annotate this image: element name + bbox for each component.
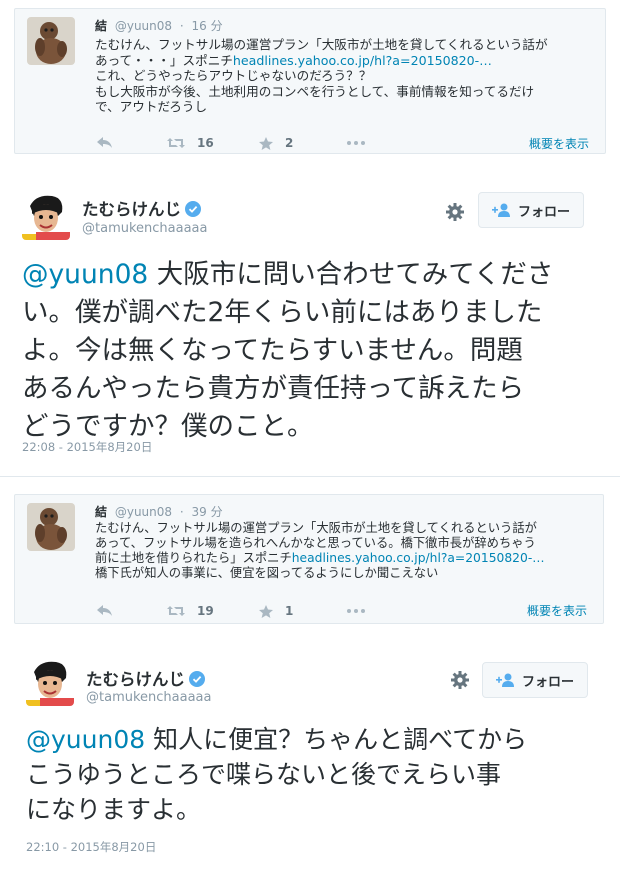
reply-time[interactable]: 39 分 xyxy=(192,505,223,519)
retweet-count: 16 xyxy=(197,136,214,150)
user-actions-button[interactable] xyxy=(450,670,470,694)
tweet-line: あるんやったら貴方が責任持って訴えたら xyxy=(22,373,525,404)
follow-person-icon xyxy=(495,673,514,687)
retweet-icon xyxy=(167,138,185,148)
retweet-button[interactable]: 16 xyxy=(167,136,237,150)
reply-header: 結 @yuun08 · 39 分 xyxy=(95,505,223,519)
reply-line: たむけん、フットサル場の運営プラン「大阪市が土地を貸してくれるという話が xyxy=(95,37,548,52)
favorite-count: 2 xyxy=(285,136,294,150)
reply-author-name[interactable]: 結 xyxy=(95,505,107,519)
reply-author-handle[interactable]: @yuun08 xyxy=(115,19,172,33)
follow-button[interactable]: フォロー xyxy=(478,192,584,228)
reply-icon xyxy=(97,137,112,148)
follow-label: フォロー xyxy=(517,204,570,220)
more-icon xyxy=(347,609,365,613)
follow-person-icon xyxy=(491,203,510,217)
divider xyxy=(0,476,620,477)
follow-label: フォロー xyxy=(521,674,574,690)
tweet-line: @yuun08 大阪市に問い合わせてみてくださ xyxy=(22,259,554,290)
favorite-icon xyxy=(259,604,273,618)
avatar[interactable] xyxy=(27,17,75,65)
reply-text: たむけん、フットサル場の運営プラン「大阪市が土地を貸してくれるという話が あって… xyxy=(95,37,548,115)
tweet-actions: 16 2 xyxy=(97,135,387,151)
reply-author-name[interactable]: 結 xyxy=(95,19,107,33)
tweet-timestamp[interactable]: 22:08 - 2015年8月20日 xyxy=(22,439,152,455)
tweet-text: @yuun08 知人に便宜？ちゃんと調べてから こうゆうところで喋らないと後でえ… xyxy=(26,722,527,827)
tweet-line: になりますよ。 xyxy=(26,795,202,824)
reply-line: 橋下氏が知人の事業に、便宜を図ってるようにしか聞こえない xyxy=(95,566,439,580)
favorite-icon xyxy=(259,136,273,150)
replied-to-tweet-card[interactable]: 結 @yuun08 · 16 分 たむけん、フットサル場の運営プラン「大阪市が土… xyxy=(14,8,606,154)
reply-link[interactable]: headlines.yahoo.co.jp/hl?a=20150820-… xyxy=(233,53,492,68)
tweet-line: よ。今は無くなってたらすいません。問題 xyxy=(22,335,523,366)
reply-line: もし大阪市が今後、土地利用のコンペを行うとして、事前情報を知ってるだけ xyxy=(95,83,535,99)
main-tweet: たむらけんじ @tamukenchaaaaa フォロー @yuun08 知人に便… xyxy=(0,630,620,862)
tweet-text: @yuun08 大阪市に問い合わせてみてくださ い。僕が調べた2年くらい前にはあ… xyxy=(22,256,553,446)
author-handle[interactable]: @tamukenchaaaaa xyxy=(82,221,208,236)
mention-link[interactable]: @yuun08 xyxy=(26,725,145,754)
tweet-timestamp[interactable]: 22:10 - 2015年8月20日 xyxy=(26,839,156,855)
reply-line: たむけん、フットサル場の運営プラン「大阪市が土地を貸してくれるという話が xyxy=(95,521,537,535)
reply-line: で、アウトだろうし xyxy=(95,99,208,114)
tweet-line: こうゆうところで喋らないと後でえらい事 xyxy=(26,760,502,789)
gear-icon xyxy=(451,671,469,689)
more-button[interactable] xyxy=(347,609,365,613)
avatar[interactable] xyxy=(27,503,75,551)
follow-button[interactable]: フォロー xyxy=(482,662,588,698)
author-handle[interactable]: @tamukenchaaaaa xyxy=(86,690,212,705)
user-actions-button[interactable] xyxy=(445,202,465,226)
retweet-count: 19 xyxy=(197,604,214,618)
reply-header: 結 @yuun08 · 16 分 xyxy=(95,19,223,33)
favorite-count: 1 xyxy=(285,604,294,618)
reply-line: これ、どうやったらアウトじゃないのだろう？？ xyxy=(95,68,372,83)
tweet-actions: 19 1 xyxy=(97,603,387,619)
reply-line: あって、フットサル場を造られへんかなと思っている。橋下徹市長が辞めちゃう xyxy=(95,536,536,550)
reply-text: たむけん、フットサル場の運営プラン「大阪市が土地を貸してくれるという話が あって… xyxy=(95,521,545,581)
verified-badge-icon xyxy=(185,201,201,217)
verified-badge-icon xyxy=(189,671,205,687)
tweet-line: @yuun08 知人に便宜？ちゃんと調べてから xyxy=(26,725,528,754)
favorite-button[interactable]: 2 xyxy=(259,136,325,150)
retweet-button[interactable]: 19 xyxy=(167,604,237,618)
favorite-button[interactable]: 1 xyxy=(259,604,325,618)
expand-link[interactable]: 概要を表示 xyxy=(527,602,587,619)
author-avatar[interactable] xyxy=(22,192,70,240)
reply-icon xyxy=(97,605,112,616)
more-icon xyxy=(347,141,365,145)
reply-author-handle[interactable]: @yuun08 xyxy=(115,505,172,519)
gear-icon xyxy=(446,203,464,221)
reply-link[interactable]: headlines.yahoo.co.jp/hl?a=20150820-… xyxy=(292,551,545,565)
author-name[interactable]: たむらけんじ xyxy=(86,666,205,690)
reply-line: あって・・・」スポニチheadlines.yahoo.co.jp/hl?a=20… xyxy=(95,52,492,68)
reply-time[interactable]: 16 分 xyxy=(192,19,223,33)
replied-to-tweet-card[interactable]: 結 @yuun08 · 39 分 たむけん、フットサル場の運営プラン「大阪市が土… xyxy=(14,494,604,624)
reply-button[interactable] xyxy=(97,605,145,617)
expand-link[interactable]: 概要を表示 xyxy=(529,135,589,152)
author-avatar[interactable] xyxy=(26,658,74,706)
reply-button[interactable] xyxy=(97,137,145,149)
mention-link[interactable]: @yuun08 xyxy=(22,259,148,290)
author-name[interactable]: たむらけんじ xyxy=(82,196,201,220)
retweet-icon xyxy=(167,606,185,616)
reply-line: 前に土地を借りられたら」スポニチheadlines.yahoo.co.jp/hl… xyxy=(95,551,545,565)
main-tweet: たむらけんじ @tamukenchaaaaa フォロー @yuun08 大阪市に… xyxy=(0,160,620,460)
more-button[interactable] xyxy=(347,141,365,145)
tweet-line: い。僕が調べた2年くらい前にはありました xyxy=(22,297,543,328)
